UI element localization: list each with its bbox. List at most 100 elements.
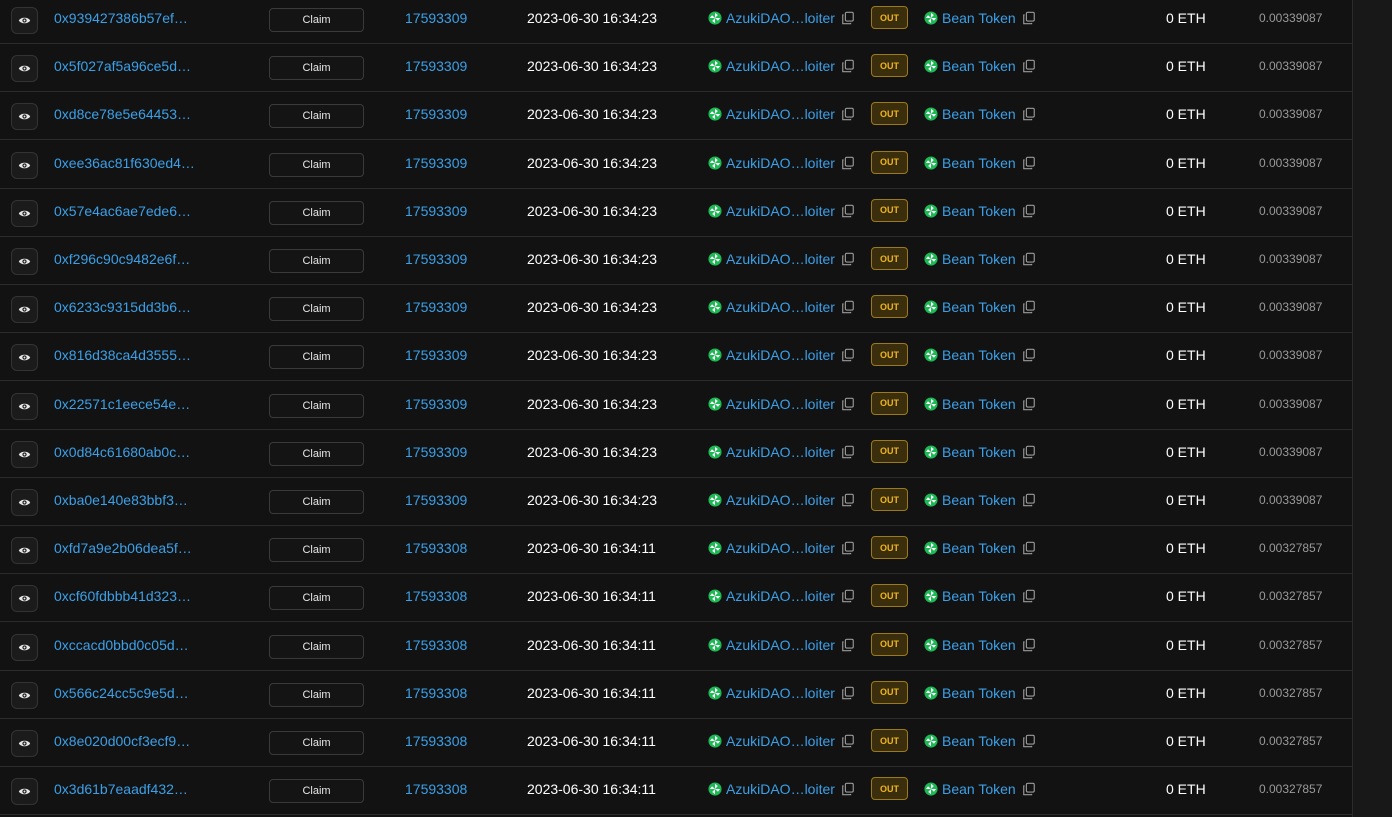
block-number-link[interactable]: 17593309 (405, 155, 467, 171)
block-number-link[interactable]: 17593309 (405, 492, 467, 508)
view-details-button[interactable] (11, 537, 38, 565)
to-address-link[interactable]: Bean Token (942, 106, 1016, 122)
tx-hash-link[interactable]: 0xccacd0bbd0c05d… (54, 637, 189, 653)
block-number-link[interactable]: 17593309 (405, 299, 467, 315)
from-address-link[interactable]: AzukiDAO…loiter (726, 492, 835, 508)
block-number-link[interactable]: 17593309 (405, 58, 467, 74)
block-number-link[interactable]: 17593309 (405, 106, 467, 122)
copy-icon[interactable] (841, 782, 855, 796)
copy-icon[interactable] (841, 686, 855, 700)
tx-hash-link[interactable]: 0x939427386b57ef… (54, 10, 188, 26)
copy-icon[interactable] (841, 734, 855, 748)
to-address-link[interactable]: Bean Token (942, 58, 1016, 74)
view-details-button[interactable] (11, 489, 38, 516)
to-address-link[interactable]: Bean Token (942, 540, 1016, 556)
copy-icon[interactable] (1022, 156, 1036, 170)
to-address-link[interactable]: Bean Token (942, 733, 1016, 749)
copy-icon[interactable] (841, 156, 855, 170)
copy-icon[interactable] (1022, 11, 1036, 25)
copy-icon[interactable] (1022, 734, 1036, 748)
view-details-button[interactable] (11, 296, 38, 324)
from-address-link[interactable]: AzukiDAO…loiter (726, 106, 835, 122)
view-details-button[interactable] (11, 585, 38, 613)
from-address-link[interactable]: AzukiDAO…loiter (726, 685, 835, 701)
copy-icon[interactable] (1022, 348, 1036, 362)
block-number-link[interactable]: 17593309 (405, 347, 467, 363)
from-address-link[interactable]: AzukiDAO…loiter (726, 58, 835, 74)
tx-hash-link[interactable]: 0x566c24cc5c9e5d… (54, 685, 189, 701)
view-details-button[interactable] (11, 151, 38, 179)
copy-icon[interactable] (1022, 445, 1036, 459)
block-number-link[interactable]: 17593309 (405, 10, 467, 26)
tx-hash-link[interactable]: 0x6233c9315dd3b6… (54, 299, 191, 315)
tx-hash-link[interactable]: 0xf296c90c9482e6f… (54, 251, 190, 267)
view-details-button[interactable] (11, 681, 38, 709)
to-address-link[interactable]: Bean Token (942, 299, 1016, 315)
tx-hash-link[interactable]: 0x3d61b7eaadf432… (54, 781, 188, 797)
copy-icon[interactable] (1022, 493, 1036, 507)
view-details-button[interactable] (11, 778, 38, 806)
copy-icon[interactable] (1022, 782, 1036, 796)
view-details-button[interactable] (11, 633, 38, 661)
to-address-link[interactable]: Bean Token (942, 588, 1016, 604)
from-address-link[interactable]: AzukiDAO…loiter (726, 540, 835, 556)
tx-hash-link[interactable]: 0x816d38ca4d3555… (54, 347, 191, 363)
view-details-button[interactable] (11, 248, 38, 275)
from-address-link[interactable]: AzukiDAO…loiter (726, 155, 835, 171)
from-address-link[interactable]: AzukiDAO…loiter (726, 203, 835, 219)
to-address-link[interactable]: Bean Token (942, 396, 1016, 412)
tx-hash-link[interactable]: 0x57e4ac6ae7ede6… (54, 203, 191, 219)
to-address-link[interactable]: Bean Token (942, 637, 1016, 653)
block-number-link[interactable]: 17593309 (405, 203, 467, 219)
copy-icon[interactable] (1022, 204, 1036, 218)
copy-icon[interactable] (841, 541, 855, 555)
copy-icon[interactable] (841, 252, 855, 266)
copy-icon[interactable] (841, 397, 855, 411)
tx-hash-link[interactable]: 0xcf60fdbbb41d323… (54, 588, 191, 604)
copy-icon[interactable] (841, 348, 855, 362)
copy-icon[interactable] (841, 493, 855, 507)
view-details-button[interactable] (11, 344, 38, 372)
tx-hash-link[interactable]: 0xd8ce78e5e64453… (54, 106, 191, 122)
tx-hash-link[interactable]: 0xfd7a9e2b06dea5f… (54, 540, 192, 556)
block-number-link[interactable]: 17593308 (405, 588, 467, 604)
to-address-link[interactable]: Bean Token (942, 347, 1016, 363)
to-address-link[interactable]: Bean Token (942, 444, 1016, 460)
from-address-link[interactable]: AzukiDAO…loiter (726, 251, 835, 267)
copy-icon[interactable] (1022, 397, 1036, 411)
copy-icon[interactable] (841, 107, 855, 121)
tx-hash-link[interactable]: 0xee36ac81f630ed4… (54, 155, 195, 171)
copy-icon[interactable] (841, 638, 855, 652)
from-address-link[interactable]: AzukiDAO…loiter (726, 10, 835, 26)
copy-icon[interactable] (1022, 300, 1036, 314)
view-details-button[interactable] (11, 440, 38, 468)
copy-icon[interactable] (841, 589, 855, 603)
copy-icon[interactable] (1022, 252, 1036, 266)
tx-hash-link[interactable]: 0xba0e140e83bbf3… (54, 492, 188, 508)
view-details-button[interactable] (11, 7, 38, 34)
tx-hash-link[interactable]: 0x8e020d00cf3ecf9… (54, 733, 190, 749)
from-address-link[interactable]: AzukiDAO…loiter (726, 588, 835, 604)
copy-icon[interactable] (841, 300, 855, 314)
tx-hash-link[interactable]: 0x22571c1eece54e… (54, 396, 190, 412)
from-address-link[interactable]: AzukiDAO…loiter (726, 733, 835, 749)
copy-icon[interactable] (841, 59, 855, 73)
copy-icon[interactable] (1022, 589, 1036, 603)
copy-icon[interactable] (841, 445, 855, 459)
to-address-link[interactable]: Bean Token (942, 10, 1016, 26)
copy-icon[interactable] (1022, 541, 1036, 555)
block-number-link[interactable]: 17593309 (405, 251, 467, 267)
view-details-button[interactable] (11, 103, 38, 131)
to-address-link[interactable]: Bean Token (942, 155, 1016, 171)
to-address-link[interactable]: Bean Token (942, 492, 1016, 508)
from-address-link[interactable]: AzukiDAO…loiter (726, 781, 835, 797)
block-number-link[interactable]: 17593308 (405, 637, 467, 653)
from-address-link[interactable]: AzukiDAO…loiter (726, 396, 835, 412)
view-details-button[interactable] (11, 199, 38, 227)
copy-icon[interactable] (1022, 59, 1036, 73)
from-address-link[interactable]: AzukiDAO…loiter (726, 637, 835, 653)
copy-icon[interactable] (841, 204, 855, 218)
copy-icon[interactable] (841, 11, 855, 25)
copy-icon[interactable] (1022, 686, 1036, 700)
block-number-link[interactable]: 17593308 (405, 733, 467, 749)
